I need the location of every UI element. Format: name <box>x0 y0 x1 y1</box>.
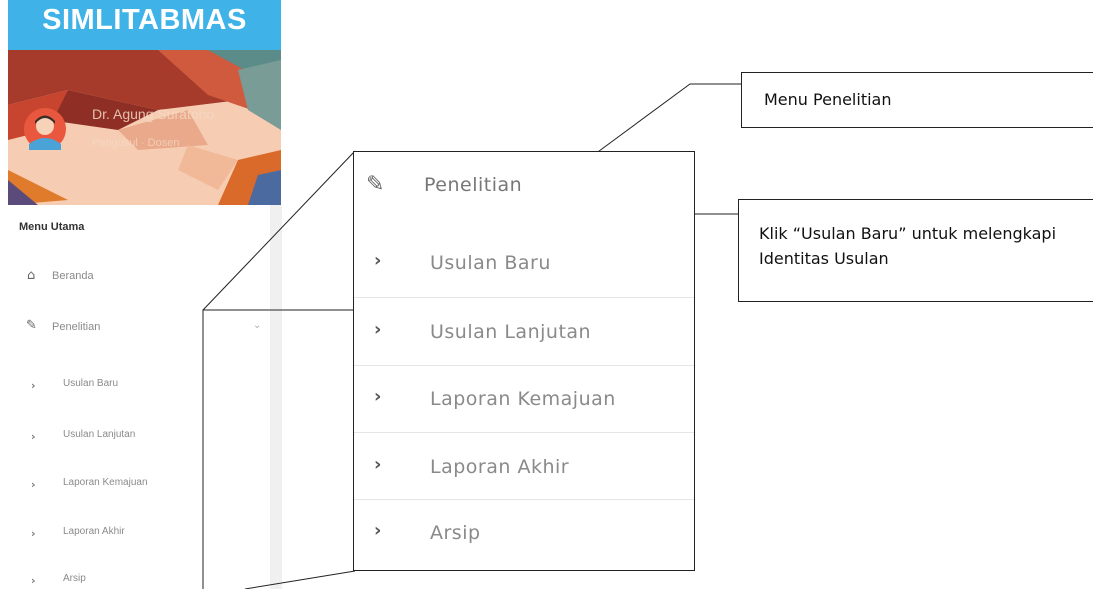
zoom-item-label: Usulan Lanjutan <box>430 321 592 343</box>
edit-icon: ✎ <box>366 172 385 197</box>
zoom-item-usulan-baru[interactable]: › Usulan Baru <box>354 228 694 298</box>
zoom-line-top <box>202 150 356 311</box>
zoom-item-laporan-kemajuan[interactable]: › Laporan Kemajuan <box>354 366 694 433</box>
chevron-right-icon: › <box>374 386 382 407</box>
chevron-right-icon: › <box>374 454 382 475</box>
chevron-right-icon: › <box>374 520 382 541</box>
zoom-item-label: Usulan Baru <box>430 252 551 274</box>
callout-text: Menu Penelitian <box>764 90 892 109</box>
zoom-item-label: Arsip <box>430 522 481 544</box>
zoom-header-label: Penelitian <box>424 174 523 196</box>
callout-menu-penelitian: Menu Penelitian <box>741 72 1093 128</box>
zoom-item-arsip[interactable]: › Arsip <box>354 500 694 570</box>
highlight-frame <box>202 309 355 589</box>
zoom-item-usulan-lanjutan[interactable]: › Usulan Lanjutan <box>354 298 694 366</box>
zoom-line-bottom <box>244 570 356 589</box>
zoom-item-label: Laporan Kemajuan <box>430 388 616 410</box>
callout-usulan-baru: Klik “Usulan Baru” untuk melengkapi Iden… <box>738 199 1093 302</box>
chevron-right-icon: › <box>374 250 382 271</box>
callout-text: Klik “Usulan Baru” untuk melengkapi Iden… <box>759 224 1057 268</box>
chevron-right-icon: › <box>374 319 382 340</box>
zoom-item-laporan-akhir[interactable]: › Laporan Akhir <box>354 433 694 500</box>
zoom-header-penelitian[interactable]: ✎ Penelitian <box>354 152 694 228</box>
zoomed-submenu: ✎ Penelitian › Usulan Baru › Usulan Lanj… <box>353 151 695 571</box>
zoom-item-label: Laporan Akhir <box>430 456 570 478</box>
callout-pointer-menu <box>590 83 741 158</box>
